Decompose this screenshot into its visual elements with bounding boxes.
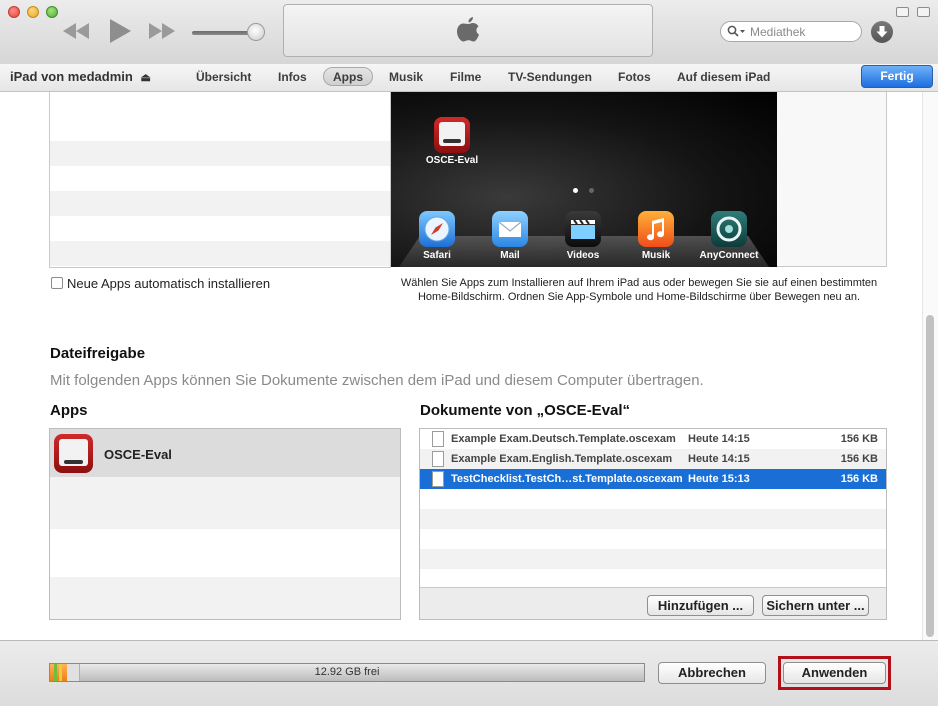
capacity-text: 12.92 GB frei: [314, 666, 380, 678]
documents-column-title: Dokumente von „OSCE-Eval“: [420, 402, 631, 419]
list-item: [50, 241, 390, 266]
mini-player-button[interactable]: [896, 7, 909, 17]
videos-icon[interactable]: [565, 211, 601, 247]
page-indicator-dot: [589, 188, 594, 193]
documents-footer: Hinzufügen ... Sichern unter ...: [420, 587, 886, 619]
homescreen-app-label: OSCE-Eval: [425, 155, 479, 166]
table-row[interactable]: Example Exam.Deutsch.Template.oscexam He…: [420, 429, 886, 449]
homescreen-help-text: Wählen Sie Apps zum Installieren auf Ihr…: [400, 277, 878, 303]
scrollbar-thumb[interactable]: [926, 315, 934, 637]
document-icon: [432, 431, 444, 447]
search-input[interactable]: Mediathek: [750, 25, 805, 39]
auto-install-label[interactable]: Neue Apps automatisch installieren: [67, 276, 270, 291]
document-name: Example Exam.Deutsch.Template.oscexam: [451, 433, 676, 445]
tab-musik[interactable]: Musik: [389, 70, 423, 84]
download-arrow-icon: [876, 26, 888, 38]
mail-icon[interactable]: [492, 211, 528, 247]
safari-icon[interactable]: [419, 211, 455, 247]
document-name: TestChecklist.TestCh…st.Template.oscexam: [451, 473, 683, 485]
fullscreen-button[interactable]: [917, 7, 930, 17]
play-icon[interactable]: [108, 18, 132, 44]
apps-column-title: Apps: [50, 402, 88, 419]
fast-forward-icon[interactable]: [148, 22, 176, 40]
document-size: 156 KB: [840, 473, 878, 485]
device-name: iPad von medadmin ⏏: [10, 69, 151, 84]
done-button[interactable]: Fertig: [861, 65, 933, 88]
tab-fotos[interactable]: Fotos: [618, 70, 651, 84]
list-item[interactable]: OSCE-Eval: [50, 429, 400, 477]
tab-uebersicht[interactable]: Übersicht: [196, 70, 251, 84]
list-item: [50, 191, 390, 216]
table-row[interactable]: Example Exam.English.Template.oscexam He…: [420, 449, 886, 469]
page-indicator-dot: [573, 188, 578, 193]
document-icon: [432, 471, 444, 487]
dock-app-label: Musik: [641, 250, 671, 261]
document-size: 156 KB: [840, 453, 878, 465]
ipad-homescreen-preview[interactable]: OSCE-Eval Safari Mail Videos Musik AnyCo…: [391, 92, 777, 267]
osce-eval-app-icon[interactable]: [434, 117, 470, 153]
tab-tv-sendungen[interactable]: TV-Sendungen: [508, 70, 592, 84]
section-description: Mit folgenden Apps können Sie Dokumente …: [50, 372, 704, 389]
dock-app-label: Mail: [500, 250, 520, 261]
app-name: OSCE-Eval: [104, 447, 172, 462]
document-name: Example Exam.English.Template.oscexam: [451, 453, 673, 465]
search-icon: [727, 25, 745, 41]
zoom-window-button[interactable]: [46, 6, 58, 18]
documents-list: Example Exam.Deutsch.Template.oscexam He…: [419, 428, 887, 620]
tab-infos[interactable]: Infos: [278, 70, 307, 84]
tab-apps[interactable]: Apps: [333, 70, 363, 84]
dock-app-label: Safari: [423, 250, 451, 261]
add-document-button[interactable]: Hinzufügen ...: [647, 595, 754, 616]
dock-app-label: AnyConnect: [699, 250, 759, 261]
list-item: [50, 141, 390, 166]
document-date: Heute 14:15: [688, 433, 750, 445]
section-title: Dateifreigabe: [50, 345, 146, 362]
eject-icon[interactable]: ⏏: [140, 72, 150, 84]
volume-knob[interactable]: [247, 23, 265, 41]
cancel-button[interactable]: Abbrechen: [658, 662, 766, 684]
table-row[interactable]: TestChecklist.TestCh…st.Template.oscexam…: [420, 469, 886, 489]
document-icon: [432, 451, 444, 467]
music-icon[interactable]: [638, 211, 674, 247]
auto-install-checkbox[interactable]: [51, 277, 63, 289]
tab-auf-diesem-ipad[interactable]: Auf diesem iPad: [677, 70, 770, 84]
document-date: Heute 15:13: [688, 473, 750, 485]
close-window-button[interactable]: [8, 6, 20, 18]
apple-logo-icon: [454, 13, 482, 50]
apply-button[interactable]: Anwenden: [783, 662, 886, 684]
osce-eval-app-icon: [54, 434, 93, 473]
document-date: Heute 14:15: [688, 453, 750, 465]
homescreen-page-list: [777, 92, 887, 267]
dock-app-label: Videos: [566, 250, 600, 261]
anyconnect-icon[interactable]: [711, 211, 747, 247]
file-sharing-app-list: OSCE-Eval: [49, 428, 401, 620]
tab-filme[interactable]: Filme: [450, 70, 481, 84]
save-as-button[interactable]: Sichern unter ...: [762, 595, 869, 616]
document-size: 156 KB: [840, 433, 878, 445]
minimize-window-button[interactable]: [27, 6, 39, 18]
downloads-button[interactable]: [871, 21, 893, 43]
capacity-bar[interactable]: 12.92 GB frei: [49, 663, 645, 682]
app-list: [49, 92, 391, 268]
rewind-icon[interactable]: [62, 22, 90, 40]
